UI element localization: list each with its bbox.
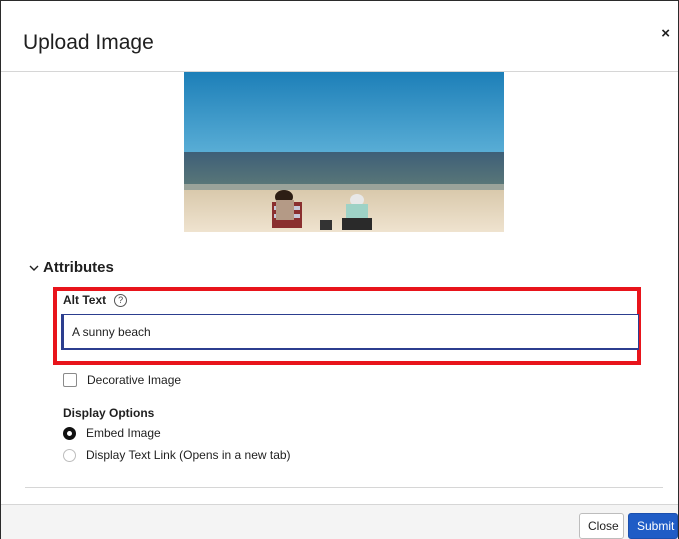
alt-text-label-row: Alt Text ? bbox=[63, 293, 128, 307]
dialog-title: Upload Image bbox=[23, 31, 154, 54]
alt-text-label: Alt Text bbox=[63, 293, 107, 307]
decorative-image-checkbox[interactable] bbox=[63, 373, 77, 387]
attributes-heading: Attributes bbox=[43, 259, 114, 276]
image-preview bbox=[184, 72, 504, 232]
upload-image-dialog: Upload Image × Attributes Alt Text ? A s… bbox=[0, 0, 679, 539]
radio-label: Display Text Link (Opens in a new tab) bbox=[86, 448, 291, 462]
close-button[interactable]: Close bbox=[579, 513, 624, 539]
radio-embed-image[interactable]: Embed Image bbox=[63, 426, 161, 440]
dialog-body: Attributes Alt Text ? Decorative Image D… bbox=[1, 72, 678, 490]
display-options-title: Display Options bbox=[63, 406, 155, 420]
alt-text-highlight: Alt Text ? bbox=[53, 287, 641, 365]
radio-button[interactable] bbox=[63, 448, 76, 462]
help-icon[interactable]: ? bbox=[114, 293, 128, 307]
chevron-down-icon bbox=[29, 265, 39, 271]
radio-display-text-link[interactable]: Display Text Link (Opens in a new tab) bbox=[63, 448, 291, 462]
radio-button[interactable] bbox=[63, 426, 76, 440]
close-icon[interactable]: × bbox=[661, 25, 670, 42]
divider bbox=[25, 487, 663, 488]
decorative-image-row[interactable]: Decorative Image bbox=[63, 373, 181, 387]
dialog-header: Upload Image × bbox=[1, 1, 678, 72]
submit-button[interactable]: Submit bbox=[628, 513, 678, 539]
dialog-footer: Close Submit bbox=[1, 504, 678, 539]
radio-label: Embed Image bbox=[86, 426, 161, 440]
beach-photo-icon bbox=[184, 72, 504, 232]
decorative-image-label: Decorative Image bbox=[87, 373, 182, 387]
attributes-toggle[interactable]: Attributes bbox=[29, 259, 114, 276]
alt-text-input[interactable] bbox=[61, 314, 639, 350]
